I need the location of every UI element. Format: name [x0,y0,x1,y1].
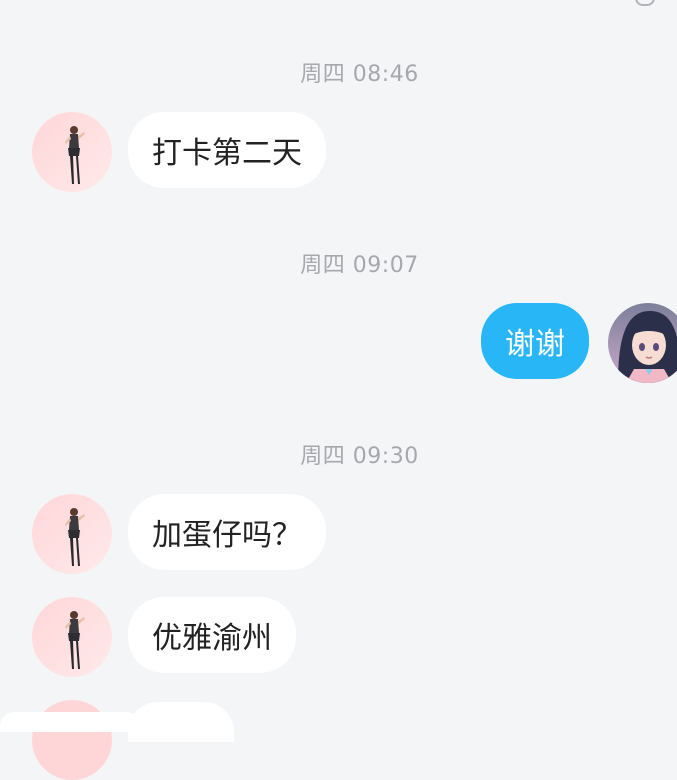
incoming-message-bubble[interactable]: 打卡第二天 [128,112,326,188]
incoming-message-bubble[interactable]: 优雅渝州 [128,597,296,673]
input-bar-edge [0,712,140,732]
sender-avatar[interactable] [32,112,112,192]
anime-girl-avatar-icon [608,303,677,383]
dancer-avatar-icon [32,597,112,677]
incoming-message-bubble[interactable]: 加蛋仔吗？ [128,494,326,570]
incoming-message-bubble-partial[interactable] [128,702,234,742]
message-timestamp: 周四 08:46 [300,62,419,87]
dancer-avatar-icon [32,494,112,574]
message-timestamp: 周四 09:30 [300,444,419,469]
status-corner-icon [635,0,655,6]
dancer-avatar-icon [32,112,112,192]
message-timestamp: 周四 09:07 [300,253,419,278]
chat-thread: 周四 08:46 打卡第二天 周四 09:07 谢谢 周四 09:30 加蛋仔吗… [0,0,677,780]
outgoing-message-bubble[interactable]: 谢谢 [481,303,589,379]
sender-avatar[interactable] [32,597,112,677]
sender-avatar[interactable] [32,494,112,574]
own-avatar[interactable] [608,303,677,383]
